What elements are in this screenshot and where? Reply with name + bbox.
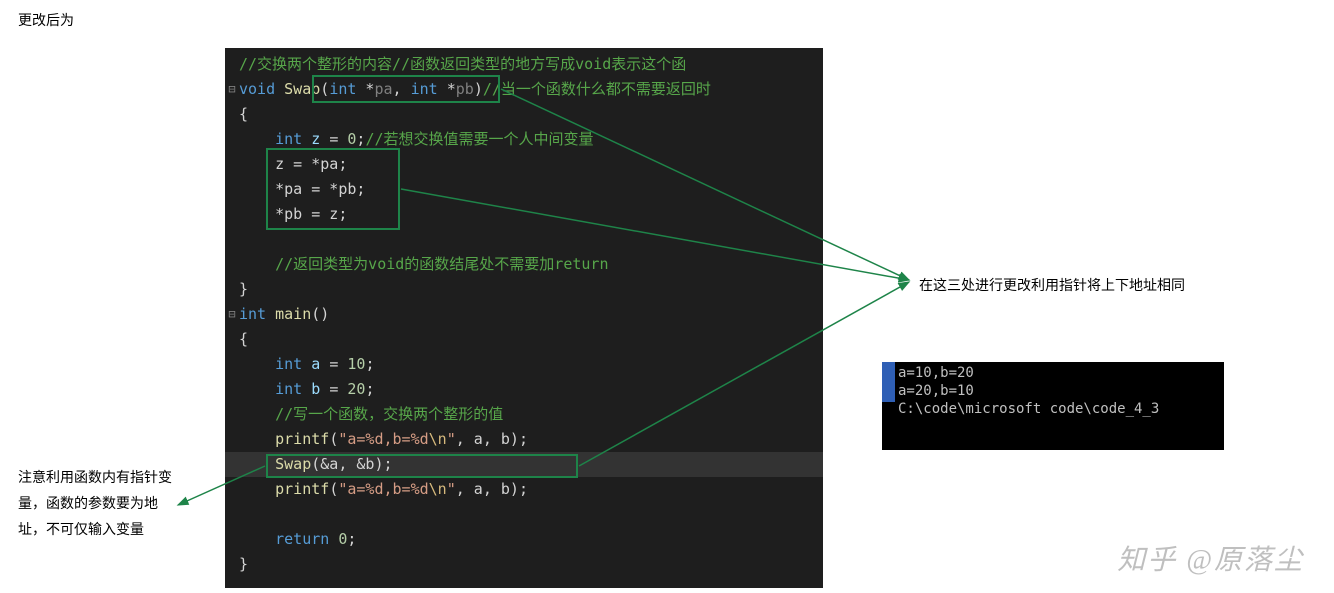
terminal-selection-bar <box>882 362 895 402</box>
code-line-21: } <box>225 552 823 577</box>
code-line-10: } <box>225 277 823 302</box>
code-line-16: printf("a=%d,b=%d\n", a, b); <box>225 427 823 452</box>
code-line-20: return 0; <box>225 527 823 552</box>
terminal-line-2: a=20,b=10 <box>884 382 1222 400</box>
func-main: main <box>266 305 311 323</box>
func-swap: Swap <box>284 80 320 98</box>
code-line-18: printf("a=%d,b=%d\n", a, b); <box>225 477 823 502</box>
code-line-11: ⊟int main() <box>225 302 823 327</box>
code-line-7: *pb = z; <box>225 202 823 227</box>
code-line-9: //返回类型为void的函数结尾处不需要加return <box>225 252 823 277</box>
code-line-6: *pa = *pb; <box>225 177 823 202</box>
top-label: 更改后为 <box>18 10 74 30</box>
line9-comment: //返回类型为void的函数结尾处不需要加return <box>275 255 608 273</box>
annotation-right: 在这三处进行更改利用指针将上下地址相同 <box>919 275 1185 295</box>
terminal-output: a=10,b=20 a=20,b=10 C:\code\microsoft co… <box>882 362 1224 450</box>
code-line-4: int z = 0;//若想交换值需要一个人中间变量 <box>225 127 823 152</box>
code-line-3: { <box>225 102 823 127</box>
code-editor: //交换两个整形的内容//函数返回类型的地方写成void表示这个函 ⊟void … <box>225 48 823 588</box>
terminal-line-4: C:\code\microsoft code\code_4_3 <box>884 400 1222 418</box>
code-line-14: int b = 20; <box>225 377 823 402</box>
code-line-15: //写一个函数，交换两个整形的值 <box>225 402 823 427</box>
code-line-5: z = *pa; <box>225 152 823 177</box>
code-line-19 <box>225 502 823 527</box>
line15-comment: //写一个函数，交换两个整形的值 <box>275 405 503 423</box>
code-line-17: Swap(&a, &b); <box>225 452 823 477</box>
line4-comment: //若想交换值需要一个人中间变量 <box>365 130 593 148</box>
code-line-8 <box>225 227 823 252</box>
code-line-1: //交换两个整形的内容//函数返回类型的地方写成void表示这个函 <box>225 52 823 77</box>
watermark: 知乎 @原落尘 <box>1117 538 1304 578</box>
code-line-2: ⊟void Swap(int *pa, int *pb)//当一个函数什么都不需… <box>225 77 823 102</box>
annotation-left: 注意利用函数内有指针变量，函数的参数要为地址，不可仅输入变量 <box>18 464 173 542</box>
kw-void: void <box>239 80 275 98</box>
line2-comment: //当一个函数什么都不需要返回时 <box>483 80 711 98</box>
code-line-13: int a = 10; <box>225 352 823 377</box>
line1-comment: //交换两个整形的内容//函数返回类型的地方写成void表示这个函 <box>239 55 686 73</box>
terminal-line-1: a=10,b=20 <box>884 364 1222 382</box>
code-line-12: { <box>225 327 823 352</box>
